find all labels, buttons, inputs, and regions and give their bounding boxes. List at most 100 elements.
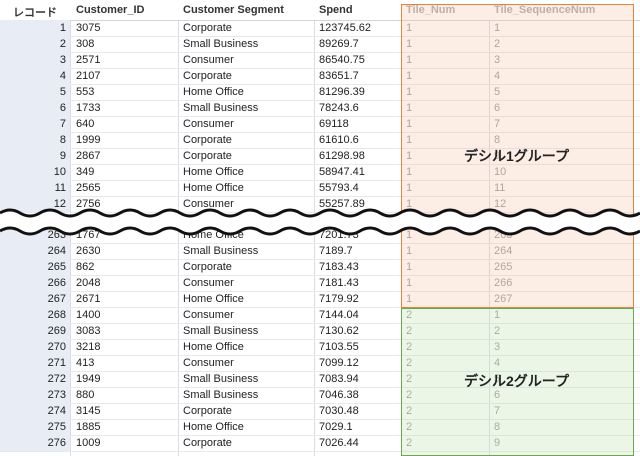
header-spend[interactable]: Spend (319, 4, 353, 16)
cell-customer-segment[interactable]: Small Business (183, 387, 258, 403)
decile-2-group-label: デシル2グループ (464, 373, 569, 389)
cell-customer-id[interactable]: 3083 (76, 323, 100, 339)
cell-customer-id[interactable]: 3218 (76, 339, 100, 355)
cell-customer-segment[interactable]: Small Business (183, 371, 258, 387)
row-number: 6 (0, 100, 70, 116)
cell-customer-segment[interactable]: Home Office (183, 164, 244, 180)
cell-spend[interactable]: 89269.7 (319, 36, 359, 52)
cell-customer-id[interactable]: 2107 (76, 68, 100, 84)
header-customer-id[interactable]: Customer_ID (76, 4, 144, 16)
cell-customer-segment[interactable]: Corporate (183, 435, 232, 451)
cell-customer-id[interactable]: 1009 (76, 435, 100, 451)
row-number: 266 (0, 275, 70, 291)
cell-customer-segment[interactable]: Corporate (183, 132, 232, 148)
header-customer-segment[interactable]: Customer Segment (183, 4, 284, 16)
row-number: 265 (0, 259, 70, 275)
cell-customer-segment[interactable]: Home Office (183, 180, 244, 196)
row-number: 269 (0, 323, 70, 339)
cell-customer-id[interactable]: 308 (76, 36, 94, 52)
cell-customer-id[interactable]: 2571 (76, 52, 100, 68)
cell-customer-id[interactable]: 349 (76, 164, 94, 180)
cell-spend[interactable]: 69118 (319, 116, 349, 132)
row-number: 273 (0, 387, 70, 403)
row-number: 9 (0, 148, 70, 164)
cell-spend[interactable]: 61298.98 (319, 148, 365, 164)
row-number: 10 (0, 164, 70, 180)
cell-customer-id[interactable]: 1885 (76, 419, 100, 435)
cell-customer-id[interactable]: 3075 (76, 20, 100, 36)
cell-customer-id[interactable]: 413 (76, 355, 94, 371)
cell-customer-segment[interactable]: Home Office (183, 291, 244, 307)
row-number: 276 (0, 435, 70, 451)
cell-customer-id[interactable]: 1400 (76, 307, 100, 323)
cell-spend[interactable]: 78243.6 (319, 100, 359, 116)
cell-spend[interactable]: 7144.04 (319, 307, 359, 323)
cell-spend[interactable]: 123745.62 (319, 20, 371, 36)
row-number: 5 (0, 84, 70, 100)
cell-customer-segment[interactable]: Small Business (183, 36, 258, 52)
cell-spend[interactable]: 86540.75 (319, 52, 365, 68)
row-number: 11 (0, 180, 70, 196)
cell-customer-id[interactable]: 640 (76, 116, 94, 132)
cell-spend[interactable]: 7189.7 (319, 243, 353, 259)
cell-spend[interactable]: 7046.38 (319, 387, 359, 403)
cell-customer-id[interactable]: 862 (76, 259, 94, 275)
cell-customer-segment[interactable]: Home Office (183, 84, 244, 100)
cell-customer-segment[interactable]: Consumer (183, 52, 234, 68)
cell-customer-segment[interactable]: Consumer (183, 116, 234, 132)
cell-customer-segment[interactable]: Small Business (183, 323, 258, 339)
cell-customer-segment[interactable]: Corporate (183, 20, 232, 36)
cell-spend[interactable]: 55793.4 (319, 180, 359, 196)
cell-customer-segment[interactable]: Consumer (183, 307, 234, 323)
row-number: 274 (0, 403, 70, 419)
row-number: 268 (0, 307, 70, 323)
cell-customer-id[interactable]: 1999 (76, 132, 100, 148)
cell-spend[interactable]: 7183.43 (319, 259, 359, 275)
cell-customer-segment[interactable]: Small Business (183, 100, 258, 116)
table-break-wave (0, 208, 640, 236)
cell-customer-segment[interactable]: Corporate (183, 68, 232, 84)
cell-spend[interactable]: 7179.92 (319, 291, 359, 307)
cell-customer-segment[interactable]: Corporate (183, 259, 232, 275)
row-number: 8 (0, 132, 70, 148)
cell-spend[interactable]: 83651.7 (319, 68, 359, 84)
cell-customer-id[interactable]: 2565 (76, 180, 100, 196)
row-number: 1 (0, 20, 70, 36)
row-number: 4 (0, 68, 70, 84)
cell-customer-id[interactable]: 2630 (76, 243, 100, 259)
cell-customer-id[interactable]: 2867 (76, 148, 100, 164)
cell-customer-id[interactable]: 2048 (76, 275, 100, 291)
cell-customer-id[interactable]: 553 (76, 84, 94, 100)
cell-customer-id[interactable]: 1733 (76, 100, 100, 116)
row-number: 267 (0, 291, 70, 307)
decile-1-group-label: デシル1グループ (464, 148, 569, 164)
cell-spend[interactable]: 7029.1 (319, 419, 353, 435)
cell-spend[interactable]: 7103.55 (319, 339, 359, 355)
cell-spend[interactable]: 7099.12 (319, 355, 359, 371)
cell-customer-id[interactable]: 3145 (76, 403, 100, 419)
cell-spend[interactable]: 7083.94 (319, 371, 359, 387)
row-number: 270 (0, 339, 70, 355)
cell-customer-segment[interactable]: Corporate (183, 403, 232, 419)
cell-customer-segment[interactable]: Small Business (183, 243, 258, 259)
cell-spend[interactable]: 61610.6 (319, 132, 359, 148)
cell-spend[interactable]: 81296.39 (319, 84, 365, 100)
cell-customer-id[interactable]: 880 (76, 387, 94, 403)
row-number: 271 (0, 355, 70, 371)
cell-spend[interactable]: 7026.44 (319, 435, 359, 451)
row-number: 264 (0, 243, 70, 259)
cell-spend[interactable]: 7130.62 (319, 323, 359, 339)
cell-customer-segment[interactable]: Home Office (183, 419, 244, 435)
cell-customer-segment[interactable]: Home Office (183, 339, 244, 355)
header-record[interactable]: レコード (13, 4, 57, 20)
cell-spend[interactable]: 7030.48 (319, 403, 359, 419)
cell-spend[interactable]: 7181.43 (319, 275, 359, 291)
row-number: 3 (0, 52, 70, 68)
row-number: 272 (0, 371, 70, 387)
cell-customer-segment[interactable]: Consumer (183, 355, 234, 371)
cell-customer-id[interactable]: 2671 (76, 291, 100, 307)
cell-spend[interactable]: 58947.41 (319, 164, 365, 180)
cell-customer-segment[interactable]: Consumer (183, 275, 234, 291)
cell-customer-segment[interactable]: Corporate (183, 148, 232, 164)
cell-customer-id[interactable]: 1949 (76, 371, 100, 387)
